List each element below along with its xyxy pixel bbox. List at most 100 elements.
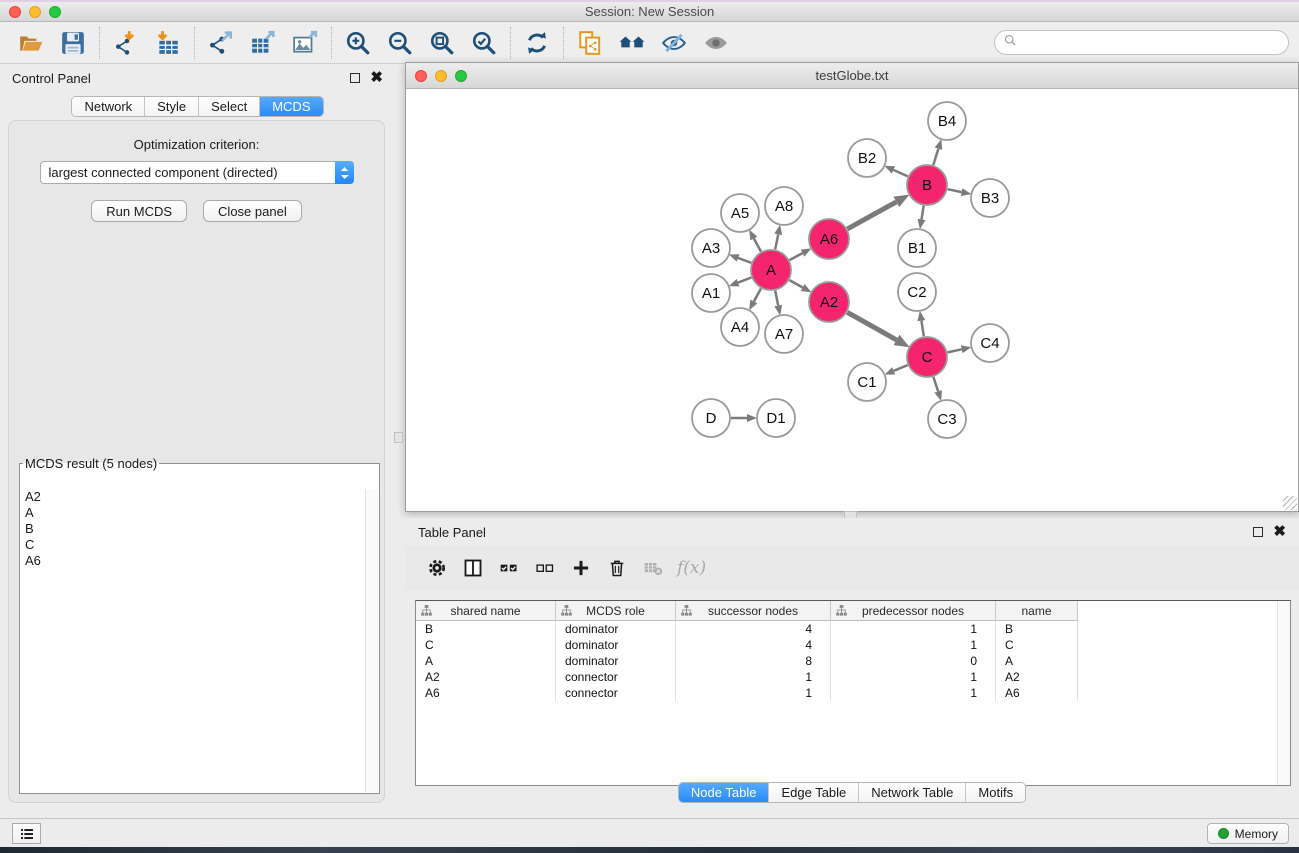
cybrowser-home-icon[interactable] bbox=[611, 26, 653, 60]
float-panel-icon[interactable] bbox=[350, 73, 360, 83]
column-header-shared-name[interactable]: shared name bbox=[416, 601, 556, 621]
select-all-icon[interactable] bbox=[491, 552, 527, 584]
zoom-selected-icon[interactable] bbox=[463, 26, 505, 60]
export-network-icon[interactable] bbox=[200, 26, 242, 60]
graph-edge-B-B4[interactable] bbox=[933, 149, 938, 165]
table-cell[interactable]: connector bbox=[556, 685, 676, 701]
search-input[interactable] bbox=[1023, 35, 1288, 50]
graph-edge-A6-B[interactable] bbox=[847, 202, 896, 229]
delete-icon[interactable] bbox=[599, 552, 635, 584]
zoom-out-icon[interactable] bbox=[379, 26, 421, 60]
table-cell[interactable]: 0 bbox=[831, 653, 996, 669]
task-history-button[interactable] bbox=[12, 823, 41, 844]
tab-style[interactable]: Style bbox=[144, 97, 198, 116]
table-cell[interactable]: A bbox=[416, 653, 556, 669]
eye-slash-icon[interactable] bbox=[653, 26, 695, 60]
window-titlebar[interactable]: Session: New Session bbox=[0, 2, 1299, 22]
table-cell[interactable]: 1 bbox=[831, 669, 996, 685]
run-mcds-button[interactable]: Run MCDS bbox=[91, 200, 187, 222]
column-header-MCDS-role[interactable]: MCDS role bbox=[556, 601, 676, 621]
tab-edge-table[interactable]: Edge Table bbox=[768, 783, 858, 802]
table-cell[interactable]: dominator bbox=[556, 653, 676, 669]
column-header-successor-nodes[interactable]: successor nodes bbox=[676, 601, 831, 621]
close-panel-button[interactable]: Close panel bbox=[203, 200, 302, 222]
graph-edge-B-B2[interactable] bbox=[893, 170, 907, 177]
gear-icon[interactable] bbox=[419, 552, 455, 584]
import-network-icon[interactable] bbox=[105, 26, 147, 60]
table-cell[interactable]: A bbox=[996, 653, 1078, 669]
result-scrollbar[interactable] bbox=[365, 489, 378, 792]
float-table-panel-icon[interactable] bbox=[1253, 527, 1263, 537]
table-cell[interactable]: 1 bbox=[831, 685, 996, 701]
table-row[interactable]: Adominator80A bbox=[416, 653, 1290, 669]
mcds-result-item[interactable]: A2 bbox=[21, 489, 365, 505]
search-box[interactable] bbox=[994, 30, 1289, 55]
mcds-result-item[interactable]: A6 bbox=[21, 553, 365, 569]
graph-edge-A-A5[interactable] bbox=[754, 239, 761, 252]
table-row[interactable]: A2connector11A2 bbox=[416, 669, 1290, 685]
network-canvas[interactable]: B4B2BB3A5A8A6A3AB1A1C2A2A4A7C4CC1C3DD1 bbox=[406, 89, 1298, 511]
refresh-layout-icon[interactable] bbox=[516, 26, 558, 60]
export-image-icon[interactable] bbox=[284, 26, 326, 60]
graph-edge-C-C1[interactable] bbox=[894, 365, 908, 371]
zoom-fit-icon[interactable] bbox=[421, 26, 463, 60]
mcds-result-item[interactable]: A bbox=[21, 505, 365, 521]
tab-mcds[interactable]: MCDS bbox=[259, 97, 322, 116]
table-cell[interactable]: 1 bbox=[676, 669, 831, 685]
deselect-all-icon[interactable] bbox=[527, 552, 563, 584]
table-cell[interactable]: dominator bbox=[556, 637, 676, 653]
graph-edge-A-A1[interactable] bbox=[738, 278, 751, 283]
column-header-name[interactable]: name bbox=[996, 601, 1078, 621]
function-builder-icon[interactable]: f(x) bbox=[677, 558, 706, 578]
table-row[interactable]: A6connector11A6 bbox=[416, 685, 1290, 701]
add-icon[interactable] bbox=[563, 552, 599, 584]
graph-edge-B-B3[interactable] bbox=[948, 189, 962, 192]
table-cell[interactable]: B bbox=[416, 621, 556, 637]
mcds-result-item[interactable]: C bbox=[21, 537, 365, 553]
tab-network-table[interactable]: Network Table bbox=[858, 783, 965, 802]
table-cell[interactable]: A6 bbox=[996, 685, 1078, 701]
import-table-icon[interactable] bbox=[147, 26, 189, 60]
window-resize-grip[interactable] bbox=[1283, 496, 1297, 510]
graph-edge-A-A8[interactable] bbox=[775, 234, 778, 249]
vertical-splitter-handle[interactable] bbox=[394, 432, 403, 443]
graph-edge-A-A4[interactable] bbox=[754, 288, 761, 301]
table-cell[interactable]: 1 bbox=[831, 621, 996, 637]
table-cell[interactable]: 4 bbox=[676, 621, 831, 637]
graph-edge-A-A7[interactable] bbox=[775, 291, 778, 306]
graph-edge-A2-C[interactable] bbox=[847, 312, 896, 340]
eye-icon[interactable] bbox=[695, 26, 737, 60]
table-row[interactable]: Bdominator41B bbox=[416, 621, 1290, 637]
table-cell[interactable]: C bbox=[996, 637, 1078, 653]
table-cell[interactable]: A6 bbox=[416, 685, 556, 701]
table-cell[interactable]: dominator bbox=[556, 621, 676, 637]
tab-select[interactable]: Select bbox=[198, 97, 259, 116]
zoom-in-icon[interactable] bbox=[337, 26, 379, 60]
graph-edge-B-B1[interactable] bbox=[922, 206, 924, 220]
graph-edge-C-C3[interactable] bbox=[933, 377, 938, 391]
table-cell[interactable]: A2 bbox=[416, 669, 556, 685]
table-row[interactable]: Cdominator41C bbox=[416, 637, 1290, 653]
save-session-icon[interactable] bbox=[52, 26, 94, 60]
graph-edge-C-C4[interactable] bbox=[948, 349, 962, 352]
mcds-result-item[interactable]: B bbox=[21, 521, 365, 537]
export-table-icon[interactable] bbox=[242, 26, 284, 60]
network-window-titlebar[interactable]: testGlobe.txt bbox=[406, 63, 1298, 89]
memory-button[interactable]: Memory bbox=[1207, 823, 1289, 844]
table-scrollbar[interactable] bbox=[1277, 601, 1290, 785]
graph-edge-A-A3[interactable] bbox=[738, 258, 751, 263]
graph-edge-A-A2[interactable] bbox=[789, 280, 802, 287]
close-panel-icon[interactable]: ✖ bbox=[370, 73, 383, 83]
graph-edge-C-C2[interactable] bbox=[921, 321, 923, 337]
table-cell[interactable]: 4 bbox=[676, 637, 831, 653]
table-cell[interactable]: B bbox=[996, 621, 1078, 637]
table-cell[interactable]: 1 bbox=[676, 685, 831, 701]
tab-motifs[interactable]: Motifs bbox=[965, 783, 1025, 802]
duplicate-network-icon[interactable] bbox=[569, 26, 611, 60]
graph-edge-A-A6[interactable] bbox=[790, 253, 803, 260]
columns-icon[interactable] bbox=[455, 552, 491, 584]
table-cell[interactable]: 1 bbox=[831, 637, 996, 653]
table-cell[interactable]: C bbox=[416, 637, 556, 653]
table-cell[interactable]: A2 bbox=[996, 669, 1078, 685]
column-header-predecessor-nodes[interactable]: predecessor nodes bbox=[831, 601, 996, 621]
